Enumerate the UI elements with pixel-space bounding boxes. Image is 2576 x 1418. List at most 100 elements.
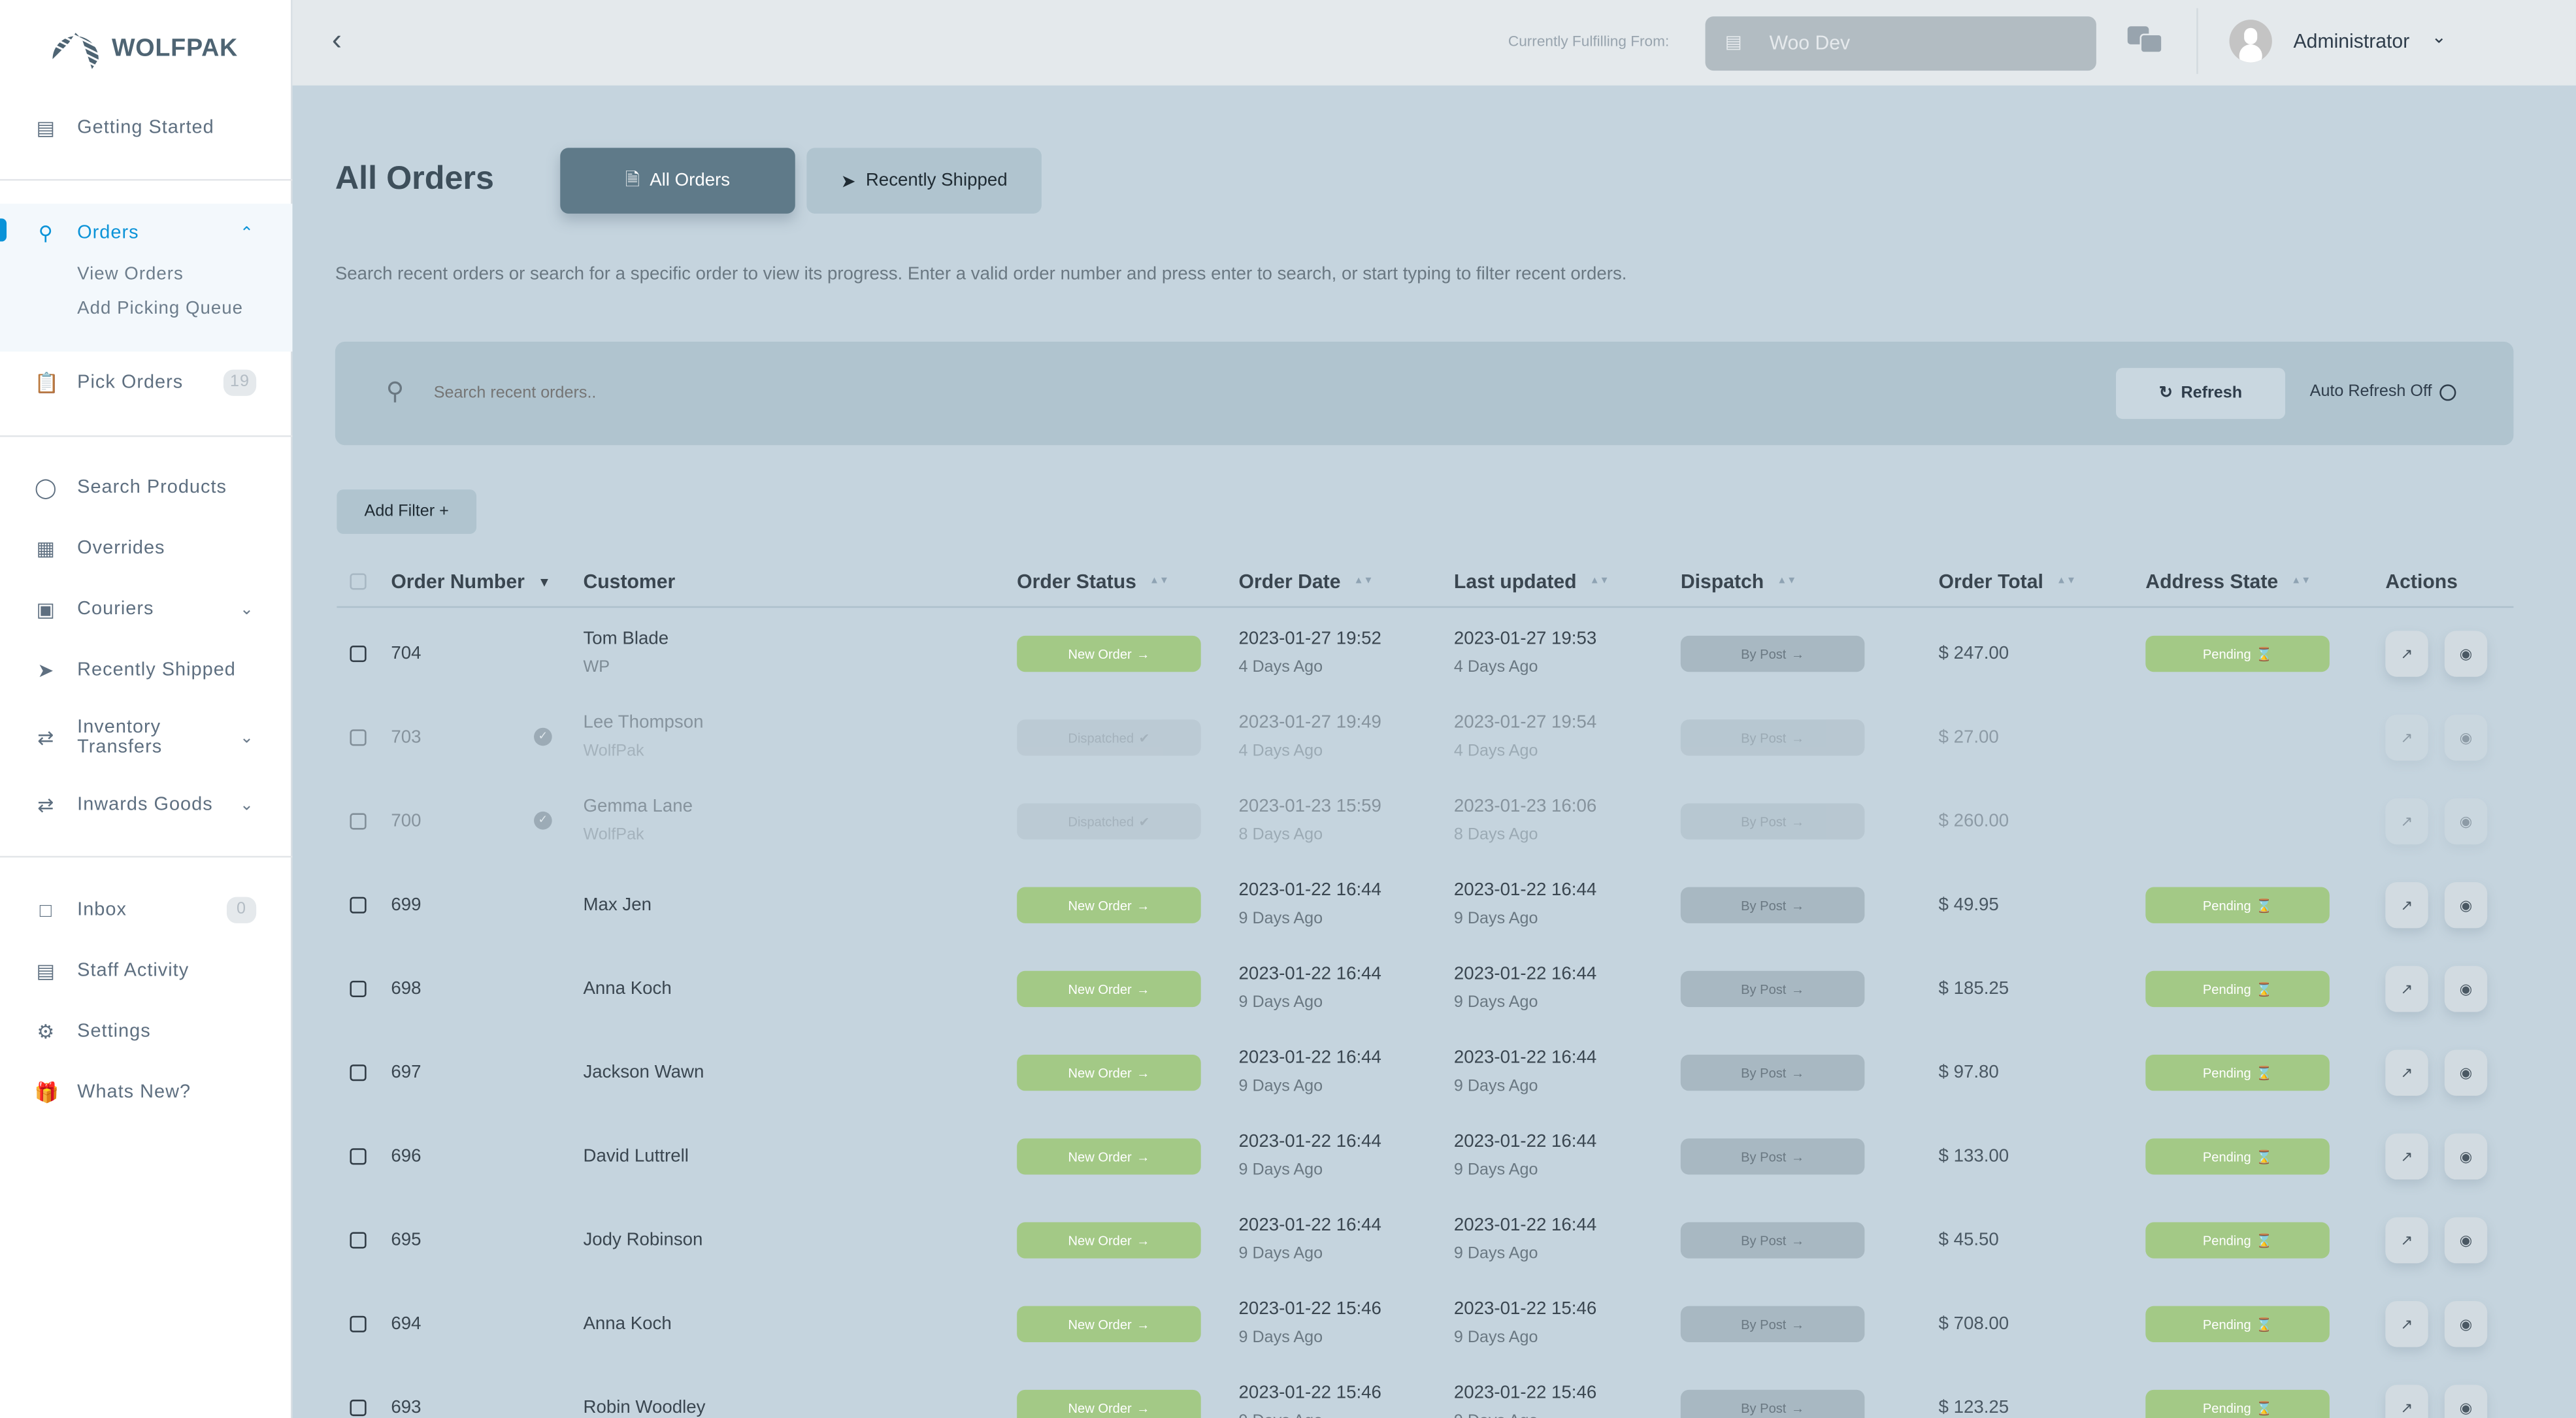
row-checkbox[interactable]: [350, 729, 367, 746]
dispatch-badge[interactable]: By Post →: [1680, 1054, 1865, 1091]
sidebar-item-settings[interactable]: ⚙ Settings: [0, 1014, 292, 1049]
order-number[interactable]: 703: [391, 728, 421, 748]
open-external-button[interactable]: ↗: [2385, 631, 2428, 677]
dispatch-badge[interactable]: By Post →: [1680, 1306, 1865, 1342]
dispatch-badge[interactable]: By Post →: [1680, 635, 1865, 672]
address-state-badge[interactable]: Pending ⌛: [2145, 970, 2330, 1008]
sidebar-item-inventory-transfers[interactable]: ⇄ Inventory Transfers ⌄: [0, 718, 292, 757]
row-checkbox[interactable]: [350, 980, 367, 997]
order-number[interactable]: 697: [391, 1063, 421, 1083]
order-status-badge[interactable]: Dispatched ✔: [1017, 803, 1201, 840]
view-button[interactable]: ◉: [2444, 1217, 2488, 1264]
dispatch-badge[interactable]: By Post →: [1680, 719, 1865, 756]
view-button[interactable]: ◉: [2444, 631, 2488, 677]
open-external-button[interactable]: ↗: [2385, 1217, 2428, 1264]
tab-all-orders[interactable]: 🗎 All Orders: [560, 148, 795, 214]
header-order-number[interactable]: Order Number ▼: [391, 570, 551, 593]
view-button[interactable]: ◉: [2444, 1049, 2488, 1096]
sidebar-subitem-add-picking-queue[interactable]: Add Picking Queue: [77, 299, 243, 319]
back-chevron-icon[interactable]: ‹: [332, 23, 342, 58]
row-checkbox[interactable]: [350, 1315, 367, 1332]
address-state-badge[interactable]: Pending ⌛: [2145, 1222, 2330, 1259]
sidebar-item-overrides[interactable]: ▦ Overrides: [0, 531, 292, 567]
dispatch-badge[interactable]: By Post →: [1680, 803, 1865, 840]
view-button[interactable]: ◉: [2444, 1385, 2488, 1418]
row-checkbox[interactable]: [350, 1148, 367, 1165]
row-checkbox[interactable]: [350, 646, 367, 663]
header-address-state[interactable]: Address State ▲▼: [2145, 570, 2311, 593]
chevron-down-icon[interactable]: ⌄: [240, 601, 254, 619]
store-select[interactable]: ▤ Woo Dev: [1705, 16, 2096, 71]
order-status-badge[interactable]: New Order →: [1017, 1138, 1201, 1175]
chevron-down-icon[interactable]: ⌄: [240, 796, 254, 814]
open-external-button[interactable]: ↗: [2385, 714, 2428, 761]
view-button[interactable]: ◉: [2444, 882, 2488, 929]
order-number[interactable]: 694: [391, 1314, 421, 1334]
tab-recently-shipped[interactable]: ➤ Recently Shipped: [806, 148, 1042, 214]
order-status-badge[interactable]: New Order →: [1017, 970, 1201, 1008]
view-button[interactable]: ◉: [2444, 1301, 2488, 1347]
header-order-status[interactable]: Order Status ▲▼: [1017, 570, 1169, 593]
dispatch-badge[interactable]: By Post →: [1680, 1138, 1865, 1175]
open-external-button[interactable]: ↗: [2385, 966, 2428, 1012]
order-status-badge[interactable]: New Order →: [1017, 1306, 1201, 1342]
address-state-badge[interactable]: Pending ⌛: [2145, 1389, 2330, 1418]
row-checkbox[interactable]: [350, 1232, 367, 1249]
order-number[interactable]: 699: [391, 895, 421, 915]
view-button[interactable]: ◉: [2444, 798, 2488, 845]
header-order-total[interactable]: Order Total ▲▼: [1939, 570, 2076, 593]
address-state-badge[interactable]: Pending ⌛: [2145, 1306, 2330, 1342]
header-last-updated[interactable]: Last updated ▲▼: [1454, 570, 1610, 593]
chevron-up-icon[interactable]: ⌃: [240, 224, 254, 242]
open-external-button[interactable]: ↗: [2385, 1385, 2428, 1418]
sidebar-item-recently-shipped[interactable]: ➤ Recently Shipped: [0, 652, 292, 688]
dispatch-badge[interactable]: By Post →: [1680, 970, 1865, 1008]
dispatch-badge[interactable]: By Post →: [1680, 1222, 1865, 1259]
open-external-button[interactable]: ↗: [2385, 1133, 2428, 1180]
sidebar-item-whats-new[interactable]: 🎁 Whats New?: [0, 1074, 292, 1110]
address-state-badge[interactable]: Pending ⌛: [2145, 1138, 2330, 1175]
sidebar-item-inwards-goods[interactable]: ⇄ Inwards Goods ⌄: [0, 787, 292, 823]
row-checkbox[interactable]: [350, 1399, 367, 1417]
sidebar-item-pick-orders[interactable]: 📋 Pick Orders 19: [0, 365, 292, 401]
order-number[interactable]: 696: [391, 1147, 421, 1166]
sidebar-item-orders[interactable]: ⚲ Orders ⌃: [0, 215, 292, 251]
address-state-badge[interactable]: Pending ⌛: [2145, 635, 2330, 672]
order-number[interactable]: 698: [391, 979, 421, 998]
view-button[interactable]: ◉: [2444, 966, 2488, 1012]
refresh-button[interactable]: ↻ Refresh: [2116, 368, 2285, 420]
address-state-badge[interactable]: Pending ⌛: [2145, 887, 2330, 923]
order-status-badge[interactable]: New Order →: [1017, 635, 1201, 672]
order-number[interactable]: 693: [391, 1398, 421, 1417]
sidebar-item-inbox[interactable]: □ Inbox 0: [0, 892, 292, 928]
sidebar-item-getting-started[interactable]: ▤ Getting Started: [0, 110, 292, 146]
header-dispatch[interactable]: Dispatch ▲▼: [1681, 570, 1796, 593]
chevron-down-icon[interactable]: ⌄: [240, 729, 254, 747]
address-state-badge[interactable]: Pending ⌛: [2145, 1054, 2330, 1091]
sidebar-item-couriers[interactable]: ▣ Couriers ⌄: [0, 591, 292, 627]
open-external-button[interactable]: ↗: [2385, 1301, 2428, 1347]
chat-bubbles-icon[interactable]: [2127, 25, 2164, 58]
sidebar-item-staff-activity[interactable]: ▤ Staff Activity: [0, 953, 292, 989]
order-status-badge[interactable]: New Order →: [1017, 887, 1201, 923]
header-order-date[interactable]: Order Date ▲▼: [1239, 570, 1374, 593]
view-button[interactable]: ◉: [2444, 714, 2488, 761]
add-filter-button[interactable]: Add Filter +: [337, 489, 477, 535]
row-checkbox[interactable]: [350, 1064, 367, 1081]
order-number[interactable]: 704: [391, 644, 421, 663]
open-external-button[interactable]: ↗: [2385, 1049, 2428, 1096]
chevron-down-icon[interactable]: ⌄: [2432, 26, 2447, 48]
open-external-button[interactable]: ↗: [2385, 882, 2428, 929]
open-external-button[interactable]: ↗: [2385, 798, 2428, 845]
auto-refresh-toggle[interactable]: Auto Refresh Off: [2310, 383, 2457, 401]
order-status-badge[interactable]: New Order →: [1017, 1222, 1201, 1259]
order-status-badge[interactable]: Dispatched ✔: [1017, 719, 1201, 756]
dispatch-badge[interactable]: By Post →: [1680, 887, 1865, 923]
user-name[interactable]: Administrator: [2294, 29, 2410, 52]
order-number[interactable]: 700: [391, 812, 421, 831]
select-all-checkbox[interactable]: [350, 573, 367, 590]
row-checkbox[interactable]: [350, 897, 367, 914]
sidebar-subitem-view-orders[interactable]: View Orders: [77, 265, 184, 284]
row-checkbox[interactable]: [350, 813, 367, 830]
search-input[interactable]: [433, 374, 1255, 411]
